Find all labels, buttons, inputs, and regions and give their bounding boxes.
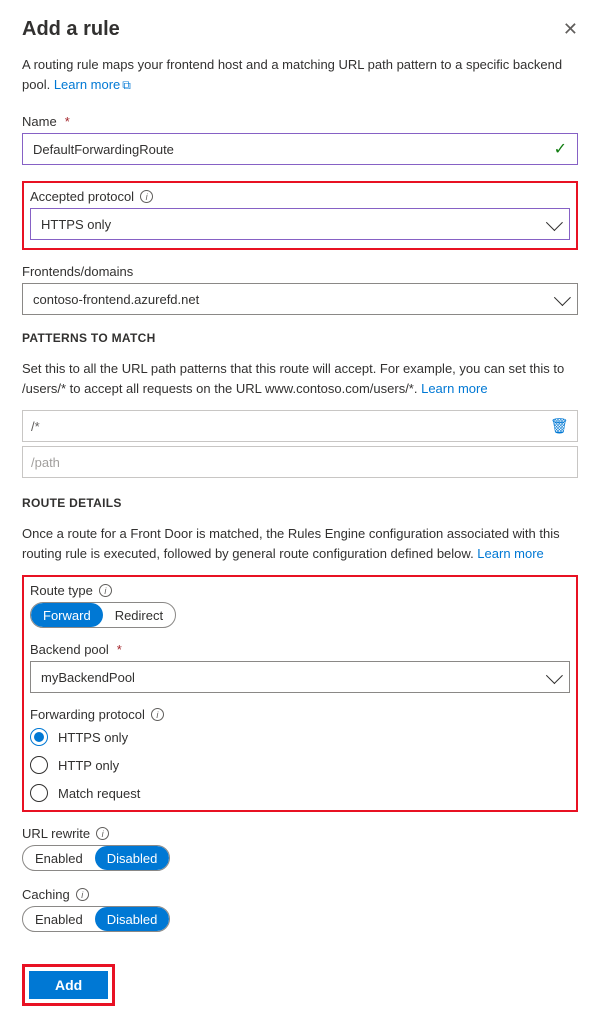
url-rewrite-toggle: Enabled Disabled — [22, 845, 170, 871]
route-desc: Once a route for a Front Door is matched… — [22, 524, 578, 563]
valid-check-icon: ✓ — [554, 139, 567, 159]
patterns-desc: Set this to all the URL path patterns th… — [22, 359, 578, 398]
protocol-label: Accepted protocol — [30, 189, 134, 204]
patterns-section-header: PATTERNS TO MATCH — [22, 331, 578, 345]
accepted-protocol-highlight: Accepted protocol i HTTPS only — [22, 181, 578, 250]
external-link-icon: ⧉ — [122, 76, 131, 94]
caching-toggle: Enabled Disabled — [22, 906, 170, 932]
protocol-select[interactable]: HTTPS only — [30, 208, 570, 240]
learn-more-link[interactable]: Learn more — [421, 381, 487, 396]
route-section-header: ROUTE DETAILS — [22, 496, 578, 510]
add-button-highlight: Add — [22, 964, 115, 1006]
frontends-select[interactable]: contoso-frontend.azurefd.net — [22, 283, 578, 315]
caching-enabled[interactable]: Enabled — [23, 907, 95, 931]
info-icon[interactable]: i — [140, 190, 153, 203]
radio-icon — [30, 756, 48, 774]
info-icon[interactable]: i — [99, 584, 112, 597]
delete-icon[interactable]: 🗑 — [550, 417, 569, 435]
fwd-protocol-label: Forwarding protocol — [30, 707, 145, 722]
chevron-down-icon — [554, 289, 571, 306]
name-label: Name — [22, 114, 57, 129]
pattern-value-row: /* 🗑 — [22, 410, 578, 442]
info-icon[interactable]: i — [151, 708, 164, 721]
radio-icon — [30, 728, 48, 746]
radio-icon — [30, 784, 48, 802]
frontends-label: Frontends/domains — [22, 264, 133, 279]
route-details-highlight: Route type i Forward Redirect Backend po… — [22, 575, 578, 812]
add-button[interactable]: Add — [29, 971, 108, 999]
fwd-option-http[interactable]: HTTP only — [30, 756, 570, 774]
backend-pool-select[interactable]: myBackendPool — [30, 661, 570, 693]
name-input[interactable]: DefaultForwardingRoute ✓ — [22, 133, 578, 165]
url-rewrite-enabled[interactable]: Enabled — [23, 846, 95, 870]
caching-disabled[interactable]: Disabled — [95, 907, 170, 931]
intro-text: A routing rule maps your frontend host a… — [22, 55, 578, 94]
route-type-toggle: Forward Redirect — [30, 602, 176, 628]
route-type-redirect[interactable]: Redirect — [103, 603, 175, 627]
learn-more-link[interactable]: Learn more — [477, 546, 543, 561]
learn-more-link[interactable]: Learn more⧉ — [54, 77, 131, 92]
url-rewrite-disabled[interactable]: Disabled — [95, 846, 170, 870]
route-type-label: Route type — [30, 583, 93, 598]
url-rewrite-label: URL rewrite — [22, 826, 90, 841]
info-icon[interactable]: i — [76, 888, 89, 901]
panel-title: Add a rule — [22, 18, 120, 41]
required-icon: * — [117, 642, 122, 657]
fwd-option-match[interactable]: Match request — [30, 784, 570, 802]
chevron-down-icon — [546, 214, 563, 231]
backend-pool-label: Backend pool — [30, 642, 109, 657]
caching-label: Caching — [22, 887, 70, 902]
chevron-down-icon — [546, 667, 563, 684]
required-icon: * — [65, 114, 70, 129]
close-icon[interactable]: ✕ — [563, 19, 578, 40]
route-type-forward[interactable]: Forward — [31, 603, 103, 627]
fwd-option-https[interactable]: HTTPS only — [30, 728, 570, 746]
pattern-input[interactable]: /path — [22, 446, 578, 478]
info-icon[interactable]: i — [96, 827, 109, 840]
